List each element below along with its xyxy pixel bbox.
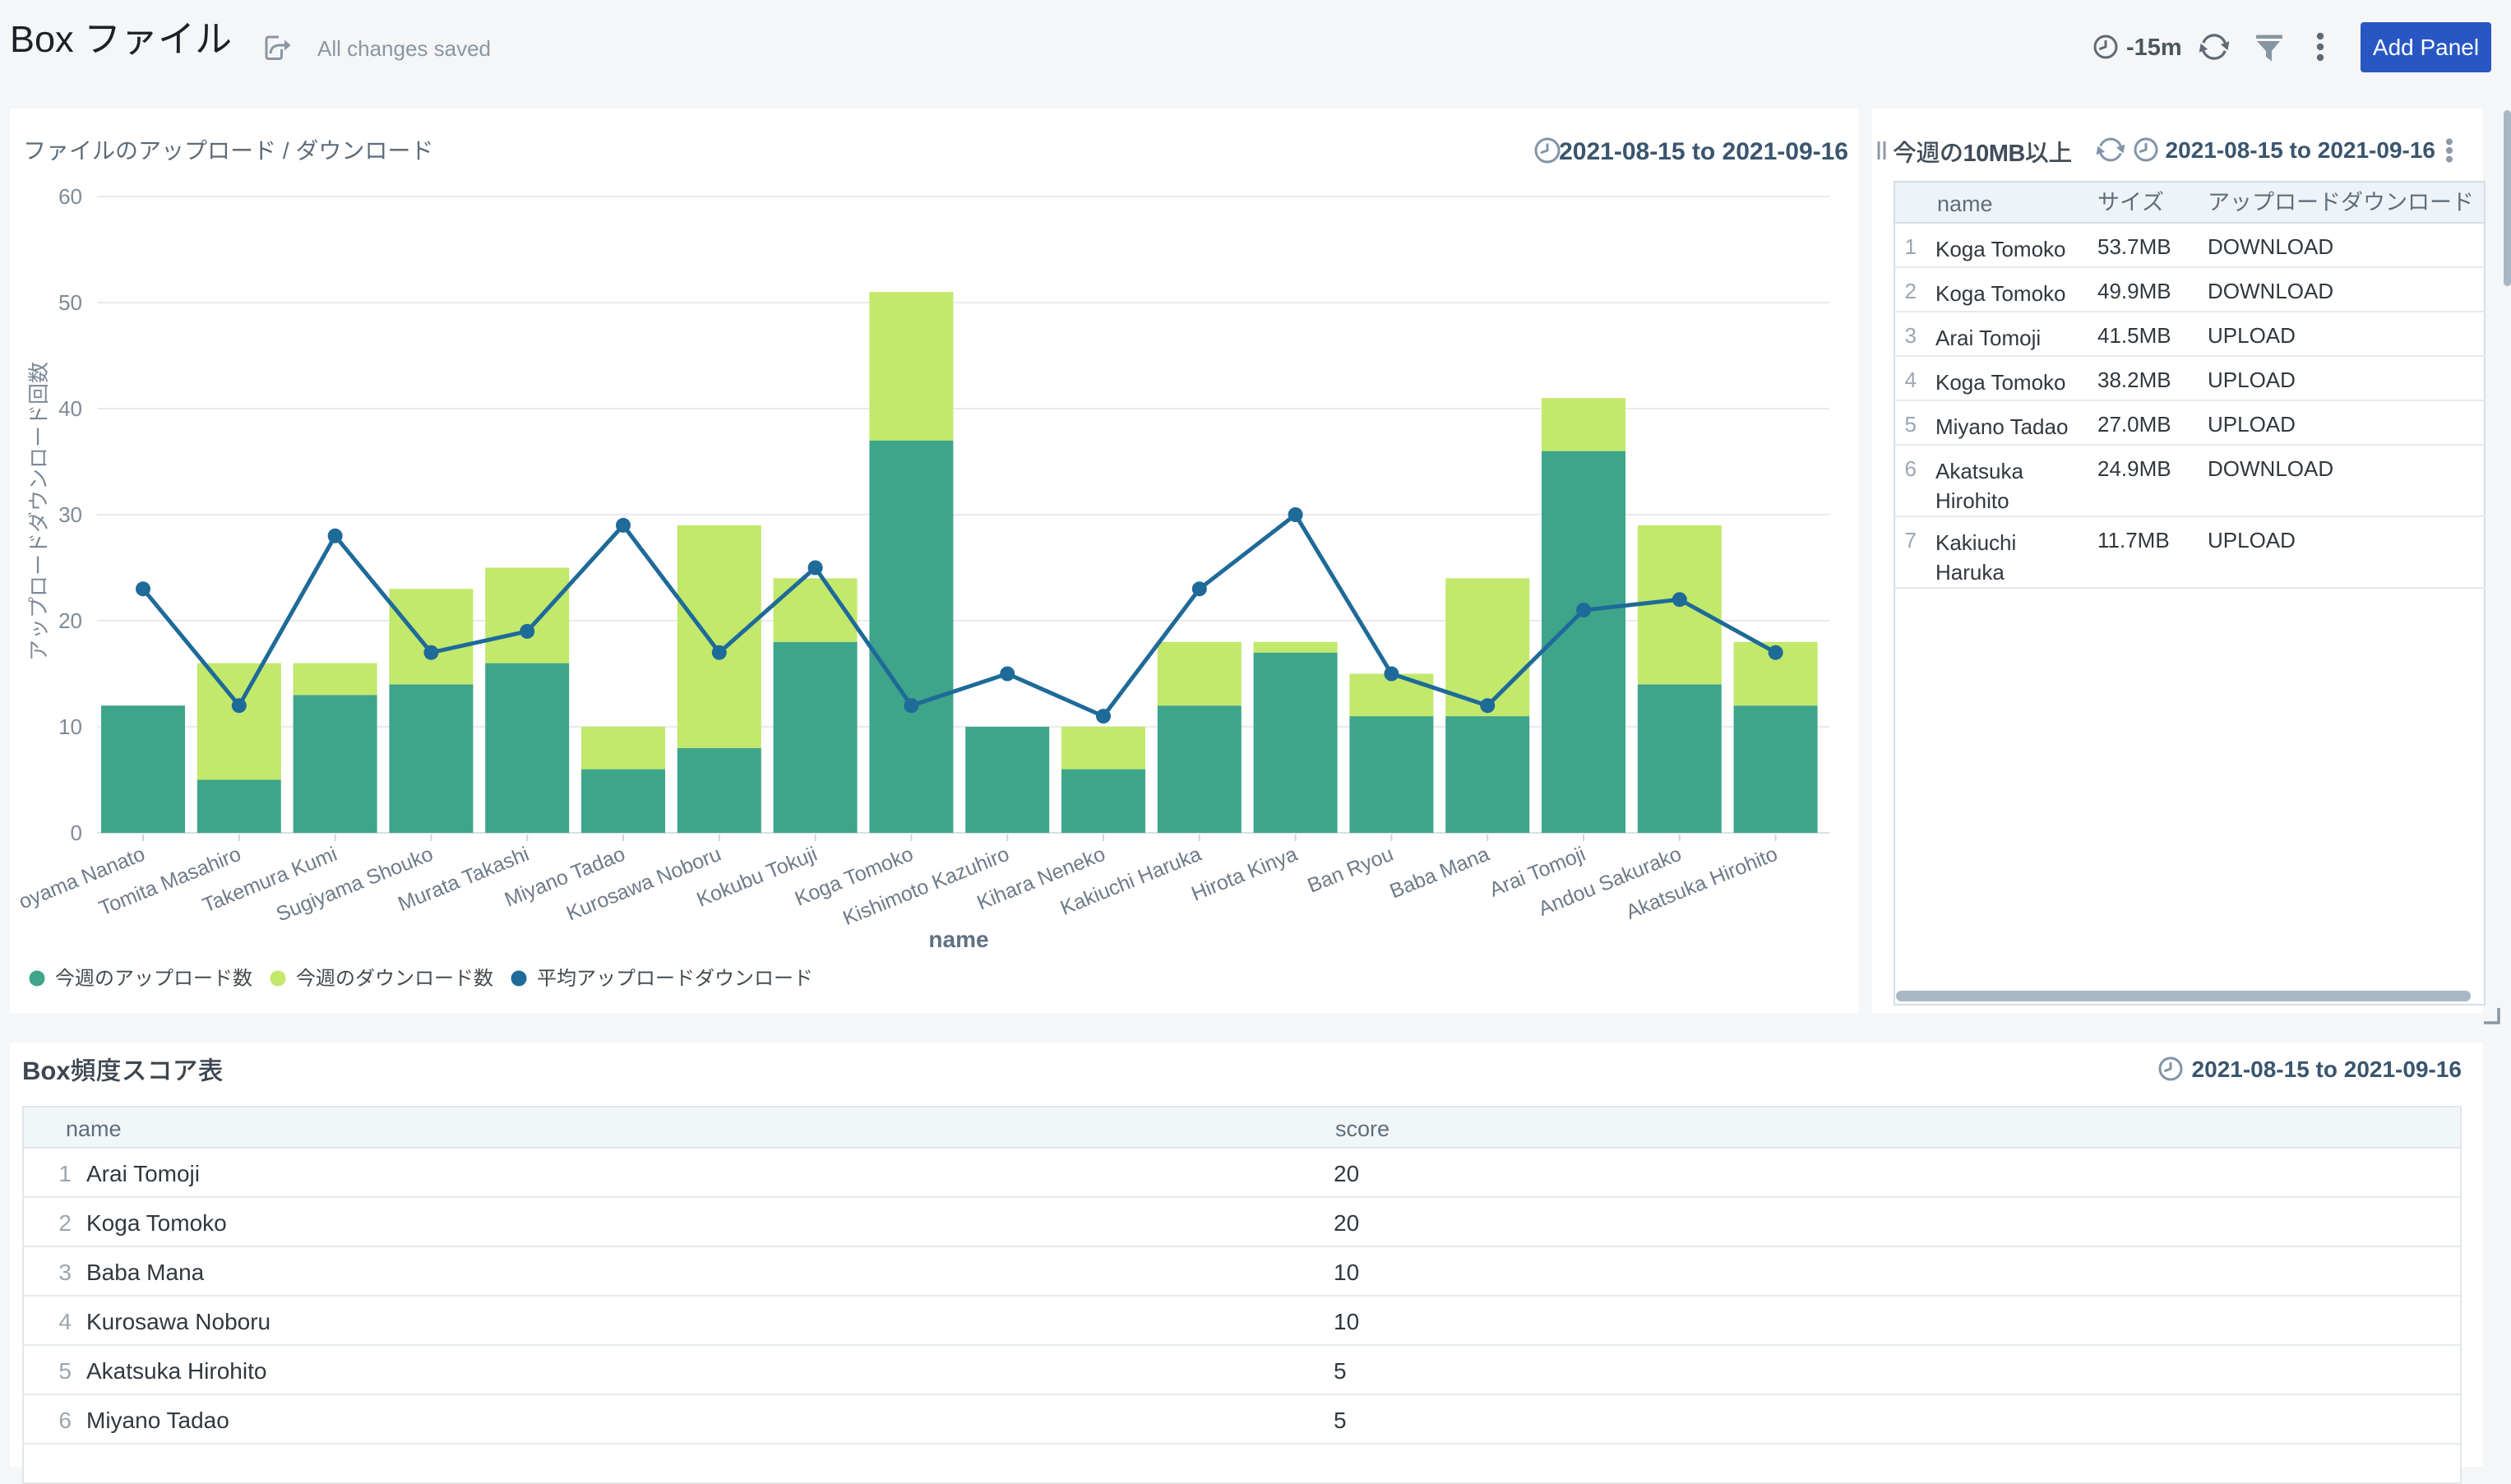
svg-text:All changes saved: All changes saved bbox=[317, 36, 491, 61]
svg-text:2021-08-15 to 2021-09-16: 2021-08-15 to 2021-09-16 bbox=[2192, 1056, 2462, 1082]
svg-text:name: name bbox=[928, 927, 988, 952]
svg-text:10: 10 bbox=[58, 714, 82, 739]
svg-text:50: 50 bbox=[58, 290, 82, 315]
svg-text:30: 30 bbox=[58, 502, 82, 527]
svg-text:Sugiyama Shouko: Sugiyama Shouko bbox=[273, 843, 437, 927]
svg-text:60: 60 bbox=[58, 184, 82, 209]
svg-text:Hirota Kinya: Hirota Kinya bbox=[1188, 843, 1301, 906]
svg-text:40: 40 bbox=[58, 396, 82, 421]
svg-text:0: 0 bbox=[71, 821, 82, 845]
svg-text:Ban Ryou: Ban Ryou bbox=[1304, 843, 1396, 898]
svg-text:2021-08-15 to 2021-09-16: 2021-08-15 to 2021-09-16 bbox=[1559, 138, 1848, 165]
svg-text:-15m: -15m bbox=[2126, 35, 2182, 61]
svg-text:2021-08-15 to 2021-09-16: 2021-08-15 to 2021-09-16 bbox=[2166, 137, 2435, 163]
svg-text:Baba Mana: Baba Mana bbox=[1386, 843, 1492, 904]
svg-text:20: 20 bbox=[58, 608, 82, 633]
svg-text:Kishimoto Kazuhiro: Kishimoto Kazuhiro bbox=[839, 843, 1012, 931]
